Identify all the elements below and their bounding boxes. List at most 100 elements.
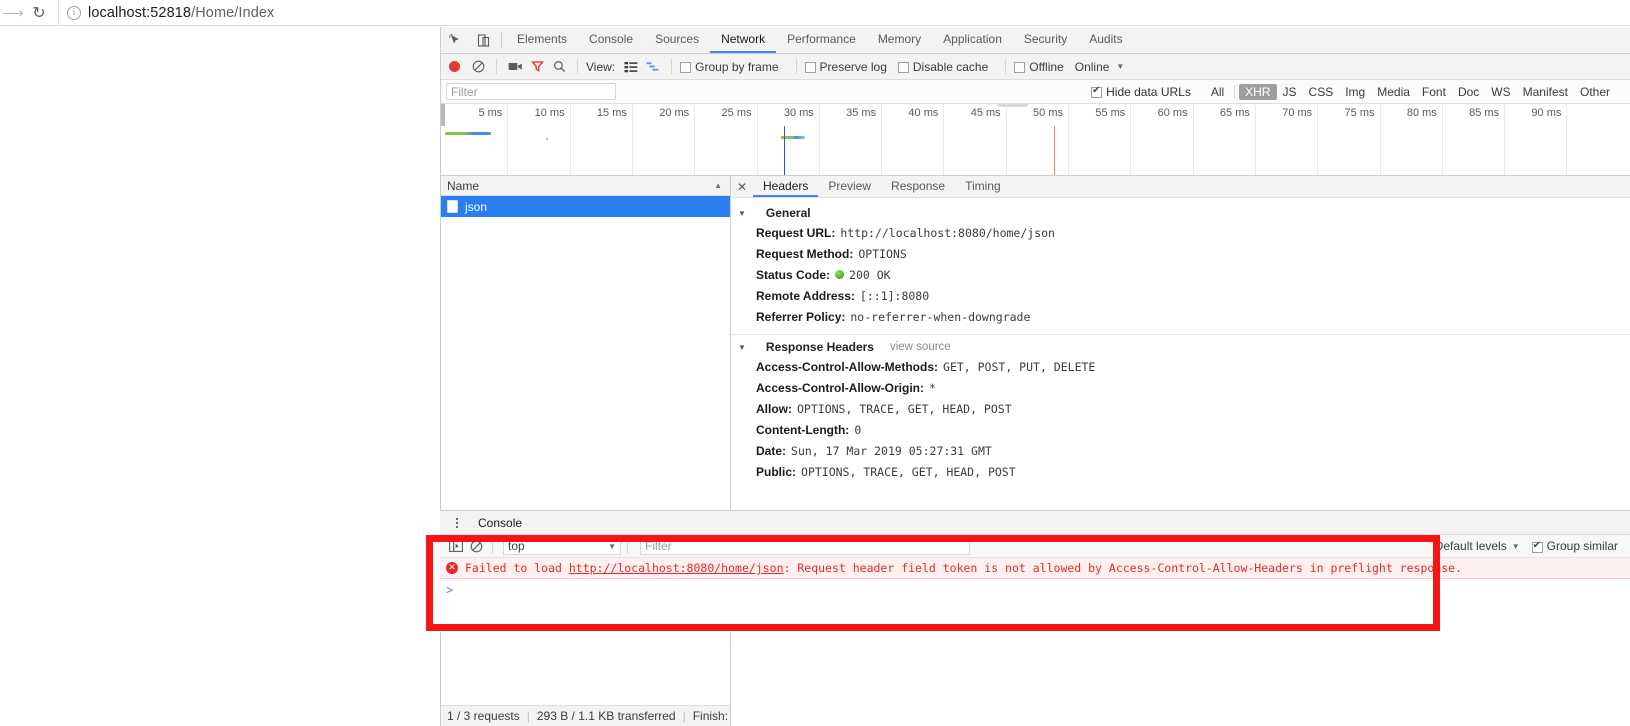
timeline-gridline xyxy=(1130,104,1132,175)
tab-network[interactable]: Network xyxy=(710,27,777,53)
toolbar-divider xyxy=(492,538,493,554)
tab-application[interactable]: Application xyxy=(932,27,1013,53)
console-context-select[interactable]: top ▼ xyxy=(503,537,621,555)
tab-elements[interactable]: Elements xyxy=(506,27,578,53)
drawer-tab-console[interactable]: Console xyxy=(468,511,532,534)
header-name: Allow: xyxy=(756,402,792,416)
table-row[interactable]: json xyxy=(441,196,730,217)
type-filter-manifest[interactable]: Manifest xyxy=(1517,84,1574,100)
throttling-select[interactable]: Online xyxy=(1075,60,1110,74)
timeline-request-bar xyxy=(445,132,491,135)
type-filter-media[interactable]: Media xyxy=(1371,84,1416,100)
tab-headers[interactable]: Headers xyxy=(753,176,819,197)
timeline-left-edge xyxy=(441,104,445,126)
network-timeline-overview[interactable]: 5 ms 10 ms 15 ms 20 ms 25 ms 30 ms 35 ms 40 ms 4… xyxy=(441,104,1630,176)
network-status-bar: 1 / 3 requests | 293 B / 1.1 KB transfer… xyxy=(441,705,730,726)
console-error-message[interactable]: ✕ Failed to load http://localhost:8080/h… xyxy=(440,558,1630,579)
headers-section-title[interactable]: ▼ Response Headers view source xyxy=(731,337,1630,357)
tab-audits[interactable]: Audits xyxy=(1078,27,1133,53)
tab-performance[interactable]: Performance xyxy=(776,27,867,53)
header-row: Date: Sun, 17 Mar 2019 05:27:31 GMT xyxy=(731,441,1630,462)
caret-down-icon[interactable]: ▼ xyxy=(738,343,746,352)
waterfall-view-icon[interactable] xyxy=(643,57,663,77)
load-event-marker xyxy=(1054,126,1055,175)
type-filter-font[interactable]: Font xyxy=(1416,84,1452,100)
funnel-filter-icon[interactable] xyxy=(527,57,547,77)
type-filter-all[interactable]: All xyxy=(1205,84,1230,100)
forward-arrow-icon[interactable]: ⟶ xyxy=(0,0,26,26)
header-name: Status Code: xyxy=(756,268,831,282)
header-row: Status Code: 200 OK xyxy=(731,265,1630,286)
tab-memory[interactable]: Memory xyxy=(867,27,932,53)
header-row: Remote Address: [::1]:8080 xyxy=(731,286,1630,307)
request-list-header[interactable]: Name ▲ xyxy=(441,176,730,196)
checkbox-box xyxy=(804,62,816,73)
request-details-pane: ✕ Headers Preview Response Timing ▼ Gener… xyxy=(731,176,1630,726)
console-filter-input[interactable]: Filter xyxy=(640,537,970,555)
timeline-gridline xyxy=(507,104,509,175)
hide-data-urls-checkbox[interactable]: Hide data URLs xyxy=(1091,85,1191,99)
tab-console[interactable]: Console xyxy=(578,27,644,53)
type-filter-ws[interactable]: WS xyxy=(1485,84,1516,100)
more-options-icon[interactable] xyxy=(446,517,468,528)
type-filter-img[interactable]: Img xyxy=(1339,84,1371,100)
disable-cache-label: Disable cache xyxy=(912,59,989,74)
checkbox-box[interactable] xyxy=(1531,540,1543,553)
clear-no-entry-icon[interactable] xyxy=(468,57,488,77)
request-list-pane: Name ▲ json 1 / 3 requests | 293 B / 1.1… xyxy=(441,176,731,726)
reload-icon[interactable]: ↻ xyxy=(26,0,52,26)
tab-response[interactable]: Response xyxy=(881,176,955,197)
timeline-gridline xyxy=(943,104,945,175)
toolbar-divider xyxy=(577,59,578,74)
info-circle-icon[interactable]: i xyxy=(67,5,81,20)
device-toolbar-icon[interactable] xyxy=(469,27,497,53)
tab-timing[interactable]: Timing xyxy=(955,176,1011,197)
chevron-down-icon[interactable]: ▼ xyxy=(1116,62,1124,71)
timeline-gridline xyxy=(1441,104,1443,175)
console-levels-select[interactable]: Default levels xyxy=(1435,539,1507,553)
tab-sources[interactable]: Sources xyxy=(644,27,710,53)
type-filter-css[interactable]: CSS xyxy=(1303,84,1340,100)
type-filter-xhr[interactable]: XHR xyxy=(1239,83,1277,100)
disable-cache-checkbox[interactable]: Disable cache xyxy=(897,59,989,74)
filter-divider xyxy=(1234,84,1236,99)
group-by-frame-checkbox[interactable]: Group by frame xyxy=(680,60,779,74)
close-x-icon[interactable]: ✕ xyxy=(731,176,753,197)
type-filter-other[interactable]: Other xyxy=(1574,84,1616,100)
camera-icon[interactable] xyxy=(505,57,525,77)
type-filter-js[interactable]: JS xyxy=(1277,84,1303,100)
list-view-icon[interactable] xyxy=(621,57,641,77)
console-drawer: Console top ▼ Filter Default levels ▼ Gr… xyxy=(440,510,1630,632)
timeline-tick-label: 35 ms xyxy=(846,107,877,119)
document-icon xyxy=(447,200,458,213)
chevron-down-icon[interactable]: ▼ xyxy=(1512,542,1520,551)
headers-section-title[interactable]: ▼ General xyxy=(731,203,1630,223)
console-prompt[interactable]: > xyxy=(440,579,1630,601)
tab-security[interactable]: Security xyxy=(1013,27,1078,53)
view-label: View: xyxy=(586,59,616,74)
dom-content-loaded-marker xyxy=(784,126,785,175)
header-name: Content-Length: xyxy=(756,423,850,437)
view-source-link[interactable]: view source xyxy=(890,341,951,353)
status-ok-dot-icon xyxy=(835,270,845,279)
sort-ascending-icon[interactable]: ▲ xyxy=(714,181,722,190)
console-messages[interactable]: ✕ Failed to load http://localhost:8080/h… xyxy=(440,558,1630,632)
checkbox-box xyxy=(897,62,909,73)
show-console-sidebar-icon[interactable] xyxy=(446,536,466,556)
resource-type-filters: All XHR JS CSS Img Media Font Doc WS Man… xyxy=(1205,83,1616,100)
record-stop-icon[interactable] xyxy=(449,61,460,72)
error-url-link[interactable]: http://localhost:8080/home/json xyxy=(569,561,784,575)
clear-console-icon[interactable] xyxy=(466,536,486,556)
tab-preview[interactable]: Preview xyxy=(818,176,881,197)
header-name: Remote Address: xyxy=(756,289,855,303)
offline-checkbox[interactable]: Offline xyxy=(1014,60,1064,74)
network-filter-input[interactable]: Filter xyxy=(446,83,616,100)
address-bar[interactable]: i localhost:52818/Home/Index xyxy=(58,0,1630,25)
status-divider: | xyxy=(682,709,686,723)
headers-section: ▼ Response Headers view source Access-Contr… xyxy=(731,334,1630,487)
magnifier-search-icon[interactable] xyxy=(549,57,569,77)
preserve-log-checkbox[interactable]: Preserve log xyxy=(804,60,887,74)
caret-down-icon[interactable]: ▼ xyxy=(738,209,746,218)
type-filter-doc[interactable]: Doc xyxy=(1452,84,1485,100)
inspect-element-icon[interactable] xyxy=(441,27,469,53)
